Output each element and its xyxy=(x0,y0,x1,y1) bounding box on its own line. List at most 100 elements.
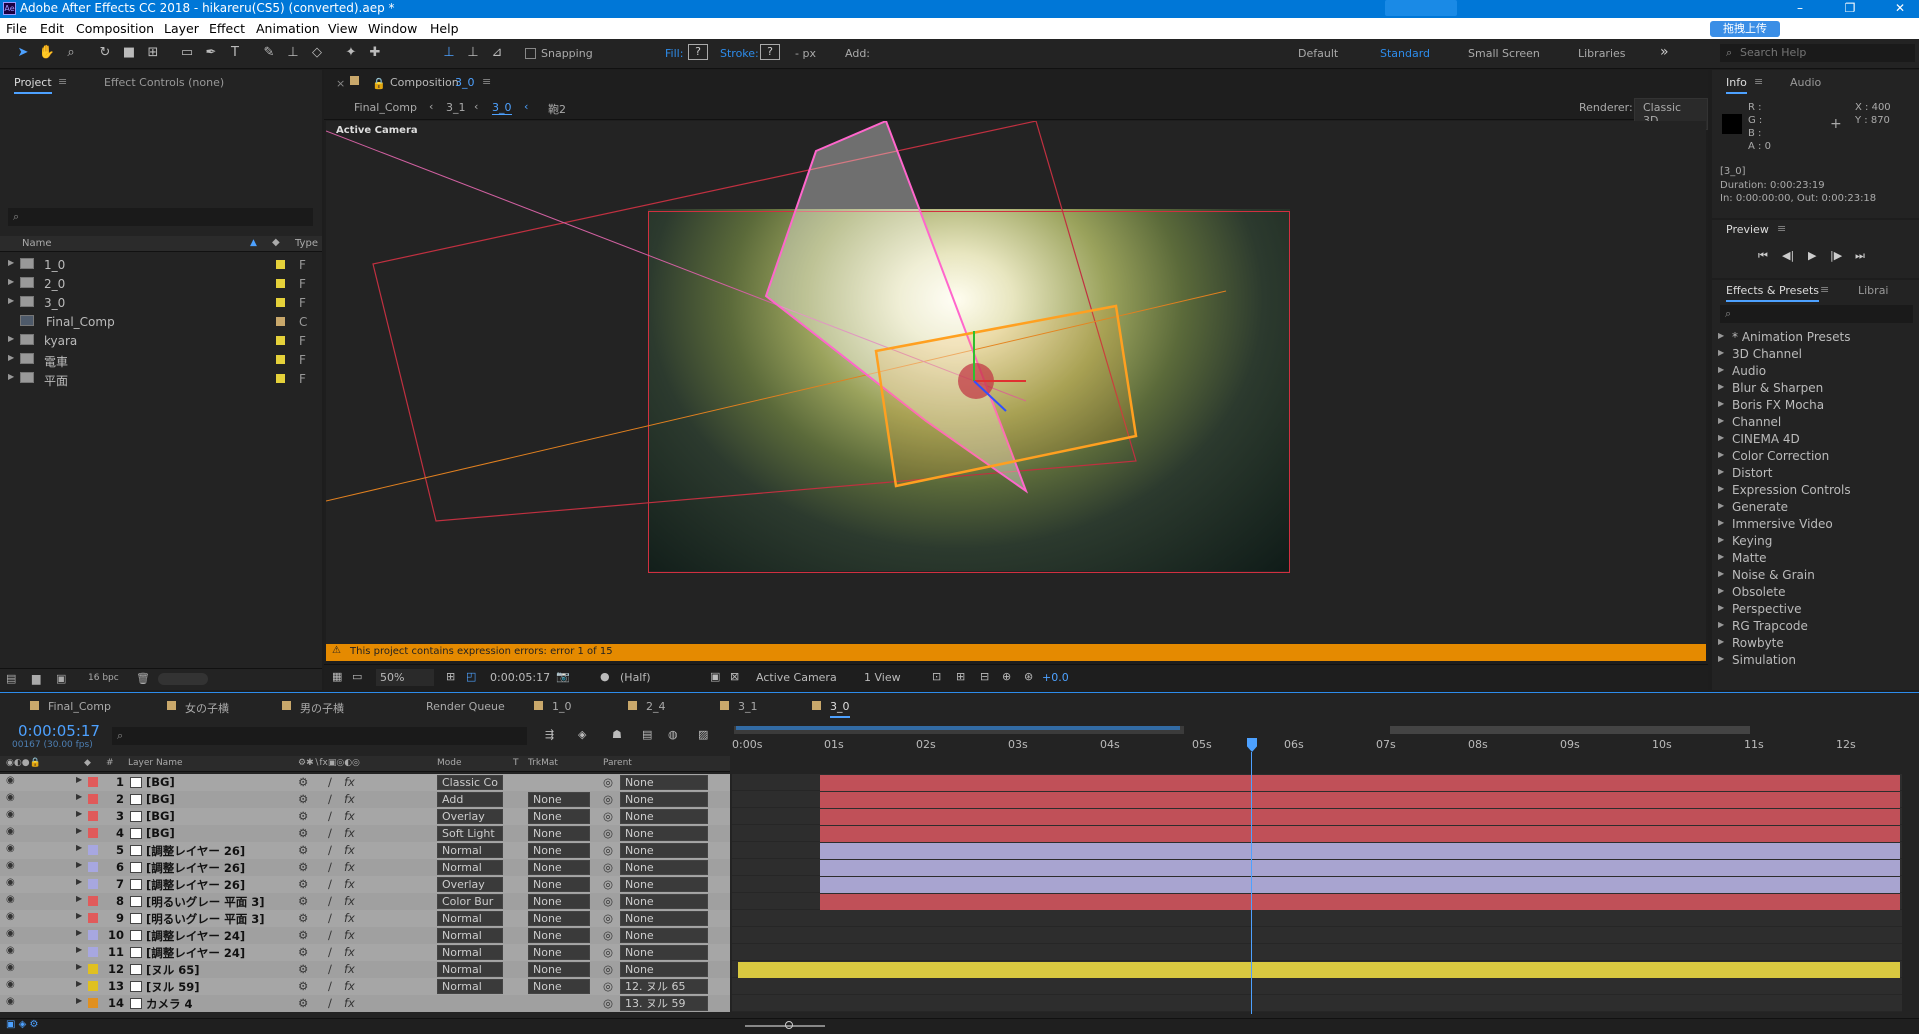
timeline-icon[interactable]: ⊟ xyxy=(980,670,989,683)
quality-switch-icon[interactable]: ∕ xyxy=(328,775,332,790)
search-help-input[interactable] xyxy=(1740,45,1910,60)
tab-preview[interactable]: Preview xyxy=(1726,223,1769,236)
shy-switch-icon[interactable]: ⚙ xyxy=(298,826,308,841)
expand-arrow-icon[interactable]: ▶ xyxy=(1718,348,1724,357)
pick-whip-icon[interactable]: ◎ xyxy=(603,792,613,807)
expand-arrow-icon[interactable]: ▶ xyxy=(76,928,82,943)
visibility-eye-icon[interactable]: ◉ xyxy=(6,945,15,960)
workspace-small-screen[interactable]: Small Screen xyxy=(1468,47,1540,60)
quality-switch-icon[interactable]: ∕ xyxy=(328,860,332,875)
expand-arrow-icon[interactable]: ▶ xyxy=(76,775,82,790)
parent-dropdown[interactable]: None xyxy=(620,945,708,960)
expand-arrow-icon[interactable]: ▶ xyxy=(76,877,82,892)
effect-category[interactable]: ▶ Simulation xyxy=(1718,653,1913,670)
project-item[interactable]: ▶ kyara F xyxy=(8,332,318,351)
close-button[interactable]: ✕ xyxy=(1885,0,1915,18)
layer-label-swatch[interactable] xyxy=(88,777,98,787)
label-swatch[interactable] xyxy=(276,260,285,269)
quality-switch-icon[interactable]: ∕ xyxy=(328,962,332,977)
col-type[interactable]: Type xyxy=(295,238,318,249)
layer-duration-bar[interactable] xyxy=(820,860,1900,876)
expand-arrow-icon[interactable]: ▶ xyxy=(8,372,14,381)
quality-switch-icon[interactable]: ∕ xyxy=(328,928,332,943)
always-preview-icon[interactable]: ▦ xyxy=(332,670,342,683)
expand-arrow-icon[interactable]: ▶ xyxy=(76,979,82,994)
expand-arrow-icon[interactable]: ▶ xyxy=(76,843,82,858)
layer-duration-bar[interactable] xyxy=(820,894,1900,910)
expand-arrow-icon[interactable]: ▶ xyxy=(1718,467,1724,476)
draft-3d-icon[interactable]: ◈ xyxy=(578,728,586,741)
panel-menu-icon[interactable]: ≡ xyxy=(1820,283,1829,296)
menu-help[interactable]: Help xyxy=(430,21,459,36)
label-swatch[interactable] xyxy=(276,279,285,288)
menu-effect[interactable]: Effect xyxy=(209,21,245,36)
effect-category[interactable]: ▶ Matte xyxy=(1718,551,1913,568)
zoom-slider-thumb[interactable] xyxy=(785,1021,793,1029)
quality-switch-icon[interactable]: ∕ xyxy=(328,843,332,858)
navigator-bar[interactable] xyxy=(1390,726,1750,734)
layer-row[interactable]: ◉ ▶ 11 [調整レイヤー 24] ⚙ ∕ fx Normal None ◎ … xyxy=(0,944,730,961)
quality-switch-icon[interactable]: ∕ xyxy=(328,894,332,909)
layer-label-swatch[interactable] xyxy=(88,998,98,1008)
expand-arrow-icon[interactable]: ▶ xyxy=(1718,603,1724,612)
fx-switch-icon[interactable]: fx xyxy=(344,775,355,790)
expand-arrow-icon[interactable]: ▶ xyxy=(76,826,82,841)
fx-switch-icon[interactable]: fx xyxy=(344,809,355,824)
graph-editor-icon[interactable]: ▨ xyxy=(698,728,708,741)
effect-category[interactable]: ▶ * Animation Presets xyxy=(1718,330,1913,347)
trash-icon[interactable]: 🗑 xyxy=(136,672,150,685)
effect-category[interactable]: ▶ Rowbyte xyxy=(1718,636,1913,653)
next-frame-icon[interactable]: |▶ xyxy=(1830,249,1842,262)
layer-name[interactable]: [調整レイヤー 24] xyxy=(146,945,245,960)
effect-category[interactable]: ▶ Generate xyxy=(1718,500,1913,517)
zoom-dropdown[interactable]: 50% xyxy=(376,669,435,686)
quality-switch-icon[interactable]: ∕ xyxy=(328,911,332,926)
project-item[interactable]: ▶ 電車 F xyxy=(8,351,318,370)
pick-whip-icon[interactable]: ◎ xyxy=(603,843,613,858)
shy-switch-icon[interactable]: ⚙ xyxy=(298,911,308,926)
trkmat-dropdown[interactable]: None xyxy=(528,894,590,909)
pick-whip-icon[interactable]: ◎ xyxy=(603,877,613,892)
project-item[interactable]: ▶ 2_0 F xyxy=(8,275,318,294)
tab-libraries[interactable]: Librai xyxy=(1858,284,1889,297)
interpret-footage-icon[interactable]: ▤ xyxy=(6,672,16,685)
expand-arrow-icon[interactable]: ▶ xyxy=(76,962,82,977)
menu-window[interactable]: Window xyxy=(368,21,417,36)
close-tab-icon[interactable]: × xyxy=(336,77,345,90)
new-comp-icon[interactable]: ▣ xyxy=(56,672,66,685)
mask-visibility-icon[interactable]: ◰ xyxy=(466,670,476,683)
pen-tool-icon[interactable]: ✒ xyxy=(202,44,220,62)
fx-switch-icon[interactable]: fx xyxy=(344,860,355,875)
parent-dropdown[interactable]: None xyxy=(620,826,708,841)
quality-switch-icon[interactable]: ∕ xyxy=(328,945,332,960)
brush-tool-icon[interactable]: ✎ xyxy=(260,44,278,62)
quality-switch-icon[interactable]: ∕ xyxy=(328,979,332,994)
pan-behind-tool-icon[interactable]: ⊞ xyxy=(144,44,162,62)
lock-icon[interactable]: 🔒 xyxy=(372,77,386,90)
trkmat-dropdown[interactable]: None xyxy=(528,826,590,841)
comp-tab-label[interactable]: Composition xyxy=(390,76,459,89)
expand-arrow-icon[interactable]: ▶ xyxy=(76,911,82,926)
fx-switch-icon[interactable]: fx xyxy=(344,979,355,994)
views-layout-dropdown[interactable]: 1 View xyxy=(864,669,921,686)
fx-switch-icon[interactable]: fx xyxy=(344,792,355,807)
fx-switch-icon[interactable]: fx xyxy=(344,928,355,943)
3d-gizmos[interactable] xyxy=(326,121,1706,644)
blend-mode-dropdown[interactable]: Normal xyxy=(437,979,503,994)
pick-whip-icon[interactable]: ◎ xyxy=(603,945,613,960)
visibility-eye-icon[interactable]: ◉ xyxy=(6,775,15,790)
trkmat-dropdown[interactable]: None xyxy=(528,843,590,858)
col-name[interactable]: Name xyxy=(22,238,52,249)
blend-mode-dropdown[interactable]: Normal xyxy=(437,911,503,926)
blend-mode-dropdown[interactable]: Normal xyxy=(437,860,503,875)
workspace-default[interactable]: Default xyxy=(1298,47,1338,60)
expand-arrow-icon[interactable]: ▶ xyxy=(1718,586,1724,595)
shy-switch-icon[interactable]: ⚙ xyxy=(298,860,308,875)
panel-menu-icon[interactable]: ≡ xyxy=(58,75,67,88)
layer-label-swatch[interactable] xyxy=(88,981,98,991)
expand-arrow-icon[interactable]: ▶ xyxy=(1718,433,1724,442)
effect-category[interactable]: ▶ Boris FX Mocha xyxy=(1718,398,1913,415)
effect-category[interactable]: ▶ Distort xyxy=(1718,466,1913,483)
project-item[interactable]: ▶ 1_0 F xyxy=(8,256,318,275)
pick-whip-icon[interactable]: ◎ xyxy=(603,894,613,909)
